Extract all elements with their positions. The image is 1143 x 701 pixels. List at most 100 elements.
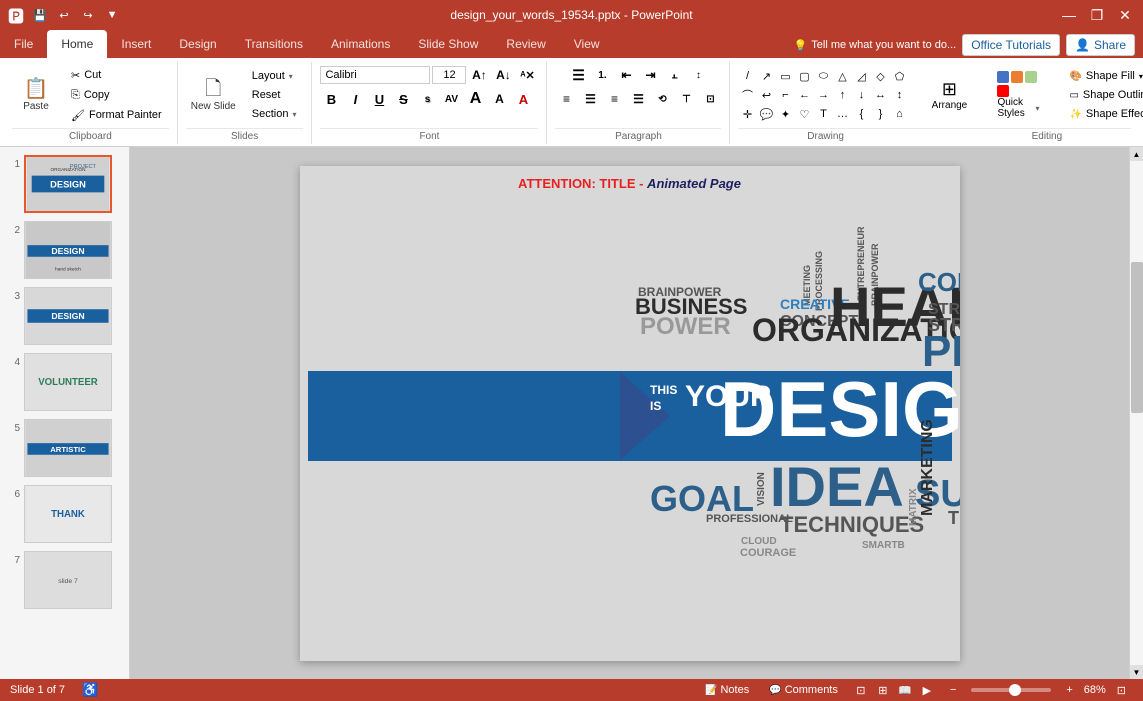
help-search[interactable]: 💡 Tell me what you want to do... (794, 39, 957, 52)
shape-line[interactable]: / (738, 67, 756, 85)
shape-quad-arrow[interactable]: ✛ (738, 105, 756, 123)
shape-updown-arrow[interactable]: ↕ (890, 86, 908, 104)
new-slide-btn[interactable]: 🗋 New Slide (186, 76, 241, 115)
shape-diamond[interactable]: ◇ (871, 67, 889, 85)
normal-view-btn[interactable]: ⊡ (851, 681, 871, 699)
font-size-input[interactable] (432, 66, 466, 84)
align-center-btn[interactable]: ☰ (579, 88, 601, 110)
share-btn[interactable]: 👤 Share (1066, 34, 1135, 56)
underline-btn[interactable]: U (368, 88, 390, 110)
office-tutorials-btn[interactable]: Office Tutorials (962, 34, 1060, 56)
indent-dec-btn[interactable]: ⇤ (615, 64, 637, 86)
align-right-btn[interactable]: ≡ (603, 88, 625, 110)
zoom-in-btn[interactable]: + (1059, 682, 1079, 698)
shape-outline-btn[interactable]: ▭ Shape Outline (1062, 86, 1143, 104)
close-btn[interactable]: ✕ (1115, 5, 1135, 25)
slideshow-btn[interactable]: ▶ (917, 681, 937, 699)
shape-up-arrow[interactable]: ↑ (833, 86, 851, 104)
shape-triangle[interactable]: △ (833, 67, 851, 85)
justify-btn[interactable]: ☰ (627, 88, 649, 110)
shape-oval[interactable]: ⬭ (814, 67, 832, 85)
qa-customize-btn[interactable]: ▼ (102, 5, 122, 25)
reading-view-btn[interactable]: 📖 (895, 681, 915, 699)
slide-thumb-1[interactable]: 1 DESIGN ORGANIZATION PROJECT (0, 151, 129, 217)
scroll-thumb[interactable] (1131, 262, 1143, 413)
shape-rounded-rect[interactable]: ▢ (795, 67, 813, 85)
tab-home[interactable]: Home (47, 30, 107, 58)
format-painter-btn[interactable]: 🖌Format Painter (64, 106, 169, 125)
arrange-btn[interactable]: ⊞ Arrange (924, 74, 974, 116)
v-scrollbar[interactable]: ▲ ▼ (1129, 147, 1143, 679)
zoom-out-btn[interactable]: − (943, 682, 963, 698)
slide-thumb-6[interactable]: 6 THANK (0, 481, 129, 547)
shape-bend[interactable]: ↩ (757, 86, 775, 104)
shape-down-arrow[interactable]: ↓ (852, 86, 870, 104)
zoom-thumb[interactable] (1009, 684, 1021, 696)
shape-more[interactable]: … (833, 105, 851, 123)
shape-brace[interactable]: } (871, 105, 889, 123)
tab-view[interactable]: View (560, 30, 614, 58)
shape-right-arrow[interactable]: → (814, 86, 832, 104)
numbering-btn[interactable]: 1. (591, 64, 613, 86)
slide-panel[interactable]: 1 DESIGN ORGANIZATION PROJECT 2 DESIGN (0, 147, 130, 679)
shape-misc1[interactable]: ⌂ (890, 105, 908, 123)
paste-btn[interactable]: 📋 Paste (12, 76, 60, 115)
smartart-btn[interactable]: ⊡ (699, 88, 721, 110)
tab-file[interactable]: File (0, 30, 47, 58)
bold-btn[interactable]: B (320, 88, 342, 110)
zoom-slider[interactable] (971, 688, 1051, 692)
shape-curve[interactable]: ⌒ (738, 86, 756, 104)
comments-btn[interactable]: 💬 Comments (762, 682, 845, 698)
scroll-track[interactable] (1130, 161, 1143, 665)
slide-thumb-3[interactable]: 3 DESIGN (0, 283, 129, 349)
tab-animations[interactable]: Animations (317, 30, 404, 58)
indent-inc-btn[interactable]: ⇥ (639, 64, 661, 86)
shape-connector[interactable]: ⌐ (776, 86, 794, 104)
char-spacing-btn[interactable]: AV (440, 88, 462, 110)
align-left-btn[interactable]: ≡ (555, 88, 577, 110)
slide-sorter-btn[interactable]: ⊞ (873, 681, 893, 699)
shape-arrow[interactable]: ↗ (757, 67, 775, 85)
clear-format-btn[interactable]: ᴬ✕ (516, 64, 538, 86)
slide-thumb-4[interactable]: 4 VOLUNTEER (0, 349, 129, 415)
font-name-input[interactable] (320, 66, 430, 84)
maximize-btn[interactable]: ❐ (1087, 5, 1107, 25)
slide-thumb-2[interactable]: 2 DESIGN hand sketch (0, 217, 129, 283)
cut-btn[interactable]: ✂Cut (64, 66, 169, 85)
quick-styles-btn[interactable]: Quick Styles ▾ (990, 66, 1046, 124)
shape-rect[interactable]: ▭ (776, 67, 794, 85)
notes-btn[interactable]: 📝 Notes (698, 682, 756, 698)
increase-font-btn[interactable]: A↑ (468, 64, 490, 86)
font-size-grow-btn[interactable]: A (464, 88, 486, 110)
accessibility-btn[interactable]: ♿ (75, 680, 105, 700)
shape-penta[interactable]: ⬠ (890, 67, 908, 85)
scroll-down-btn[interactable]: ▼ (1130, 665, 1143, 679)
italic-btn[interactable]: I (344, 88, 366, 110)
tab-review[interactable]: Review (492, 30, 559, 58)
shape-fill-btn[interactable]: 🎨 Shape Fill ▾ (1062, 67, 1143, 85)
shape-textbox[interactable]: T (814, 105, 832, 123)
section-btn[interactable]: Section▾ (245, 105, 304, 123)
shape-freeform[interactable]: { (852, 105, 870, 123)
tab-design[interactable]: Design (165, 30, 230, 58)
bullets-btn[interactable]: ☰ (567, 64, 589, 86)
minimize-btn[interactable]: — (1059, 5, 1079, 25)
scroll-up-btn[interactable]: ▲ (1130, 147, 1143, 161)
shape-leftright-arrow[interactable]: ↔ (871, 86, 889, 104)
qa-undo-btn[interactable]: ↩ (54, 5, 74, 25)
shape-effects-btn[interactable]: ✨ Shape Effects (1062, 105, 1143, 123)
fit-slide-btn[interactable]: ⊡ (1110, 682, 1133, 699)
shadow-btn[interactable]: s (416, 88, 438, 110)
reset-btn[interactable]: Reset (245, 86, 304, 104)
slide-thumb-7[interactable]: 7 slide 7 (0, 547, 129, 613)
layout-btn[interactable]: Layout▾ (245, 67, 304, 85)
tab-slideshow[interactable]: Slide Show (404, 30, 492, 58)
qa-redo-btn[interactable]: ↪ (78, 5, 98, 25)
shape-rtriangle[interactable]: ◿ (852, 67, 870, 85)
text-direction-btn[interactable]: ⟲ (651, 88, 673, 110)
line-spacing-btn[interactable]: ↕ (687, 64, 709, 86)
decrease-font-btn[interactable]: A↓ (492, 64, 514, 86)
align-text-btn[interactable]: ⊤ (675, 88, 697, 110)
slide-canvas[interactable]: MEETING PROCESSING ENTREPRENEUR BRAINPOW… (130, 147, 1129, 679)
shape-star[interactable]: ✦ (776, 105, 794, 123)
